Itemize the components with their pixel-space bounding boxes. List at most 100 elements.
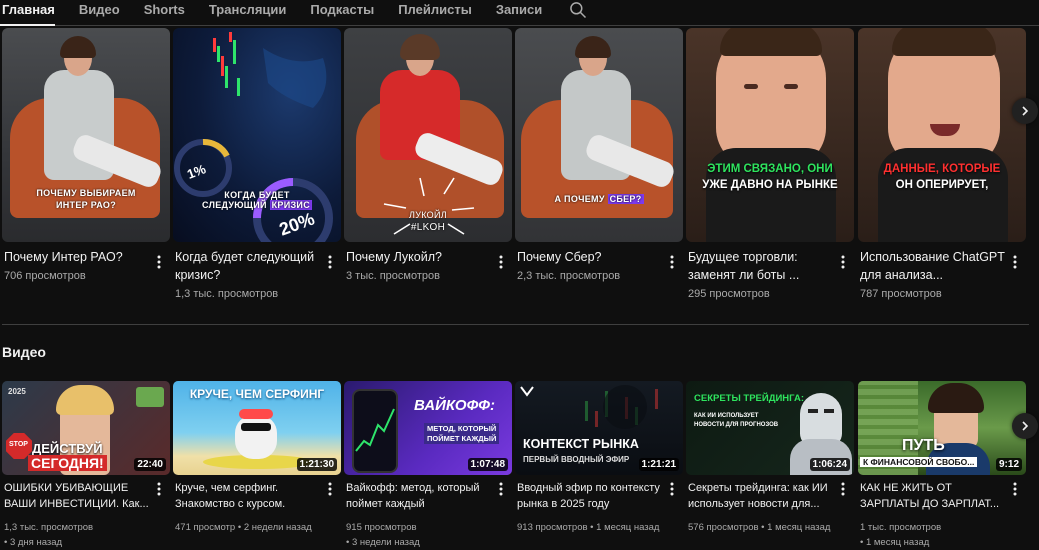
more-options-icon[interactable]: [153, 254, 165, 270]
meta-separator: •: [860, 537, 864, 548]
short-thumbnail[interactable]: ДАННЫЕ, КОТОРЫЕ ОН ОПЕРИРУЕТ,: [858, 28, 1026, 242]
video-thumbnail[interactable]: STOP 2025 ДЕЙСТВУЙ СЕГОДНЯ! 22:40: [2, 381, 170, 475]
tab-playlists[interactable]: Плейлисты: [396, 0, 472, 26]
thumb-text: КАК ИИ ИСПОЛЬЗУЕТ: [694, 413, 759, 419]
video-card[interactable]: STOP 2025 ДЕЙСТВУЙ СЕГОДНЯ! 22:40 ОШИБКИ…: [2, 381, 171, 548]
more-options-icon[interactable]: [1009, 481, 1021, 497]
video-age: 3 недели назад: [351, 537, 420, 548]
tab-videos[interactable]: Видео: [77, 0, 120, 26]
thumb-text: ПОЙМЕТ КАЖДЫЙ: [424, 433, 500, 444]
video-views: 915 просмотров: [346, 522, 417, 533]
video-meta: 915 просмотров • 3 недели назад: [346, 520, 512, 550]
short-card[interactable]: ПОЧЕМУ ВЫБИРАЕМ ИНТЕР РАО? Почему Интер …: [2, 28, 171, 282]
thumb-text: ВАЙКОФФ:: [414, 397, 495, 414]
videos-next-button[interactable]: [1012, 413, 1038, 439]
short-views: 2,3 тыс. просмотров: [517, 270, 621, 282]
search-icon[interactable]: [568, 0, 588, 20]
video-card[interactable]: КРУЧЕ, ЧЕМ СЕРФИНГ 1:21:30 Круче, чем се…: [173, 381, 342, 533]
video-meta: 576 просмотров • 1 месяц назад: [688, 520, 854, 535]
video-thumbnail[interactable]: ПУТЬ К ФИНАНСОВОЙ СВОБО... 9:12: [858, 381, 1026, 475]
short-overlay-text: ЛУКОЙЛ: [409, 210, 447, 220]
short-overlay-text: ИНТЕР РАО?: [55, 200, 117, 210]
short-title[interactable]: Почему Сбер?: [517, 248, 665, 266]
video-duration: 1:21:21: [638, 458, 679, 471]
short-views: 3 тыс. просмотров: [346, 270, 440, 282]
thumb-text: ПЕРВЫЙ ВВОДНЫЙ ЭФИР: [523, 455, 630, 464]
video-views: 1 тыс. просмотров: [860, 522, 942, 533]
video-title[interactable]: Секреты трейдинга: как ИИ использует нов…: [688, 480, 838, 512]
video-views: 471 просмотр: [175, 522, 236, 533]
video-title[interactable]: Вводный эфир по контексту рынка в 2025 г…: [517, 480, 667, 512]
more-options-icon[interactable]: [495, 481, 507, 497]
more-options-icon[interactable]: [495, 254, 507, 270]
video-age: 1 месяц назад: [767, 522, 831, 533]
tab-home[interactable]: Главная: [0, 0, 55, 26]
short-card[interactable]: ЭТИМ СВЯЗАНО, ОНИ УЖЕ ДАВНО НА РЫНКЕ Буд…: [686, 28, 855, 300]
video-views: 576 просмотров: [688, 522, 759, 533]
thumb-text: К ФИНАНСОВОЙ СВОБО...: [860, 457, 978, 467]
tab-podcasts[interactable]: Подкасты: [308, 0, 374, 26]
video-thumbnail[interactable]: КРУЧЕ, ЧЕМ СЕРФИНГ 1:21:30: [173, 381, 341, 475]
thumb-text: КОНТЕКСТ РЫНКА: [523, 437, 639, 451]
video-card[interactable]: СЕКРЕТЫ ТРЕЙДИНГА: КАК ИИ ИСПОЛЬЗУЕТ НОВ…: [686, 381, 855, 533]
short-title[interactable]: Когда будет следующий кризис?: [175, 248, 323, 284]
short-card[interactable]: ДАННЫЕ, КОТОРЫЕ ОН ОПЕРИРУЕТ, Использова…: [858, 28, 1027, 300]
more-options-icon[interactable]: [837, 254, 849, 270]
more-options-icon[interactable]: [153, 481, 165, 497]
more-options-icon[interactable]: [666, 481, 678, 497]
short-overlay-text: ПОЧЕМУ ВЫБИРАЕМ: [36, 188, 136, 198]
tab-live[interactable]: Трансляции: [207, 0, 287, 26]
meta-separator: •: [346, 537, 350, 548]
video-title[interactable]: ОШИБКИ УБИВАЮЩИЕ ВАШИ ИНВЕСТИЦИИ. Как...: [4, 480, 154, 512]
short-title[interactable]: Будущее торговли: заменят ли боты ...: [688, 248, 836, 284]
more-options-icon[interactable]: [1009, 254, 1021, 270]
tab-posts[interactable]: Записи: [494, 0, 542, 26]
videos-section-title[interactable]: Видео: [2, 344, 46, 360]
video-age: 1 месяц назад: [596, 522, 660, 533]
video-title[interactable]: КАК НЕ ЖИТЬ ОТ ЗАРПЛАТЫ ДО ЗАРПЛАТ...: [860, 480, 1010, 512]
video-age: 3 дня назад: [9, 537, 63, 548]
thumb-text: ДЕЙСТВУЙ: [32, 441, 103, 456]
video-meta: 1,3 тыс. просмотров • 3 дня назад: [4, 520, 170, 550]
chart-graphic: [355, 408, 395, 452]
short-views: 706 просмотров: [4, 270, 86, 282]
short-thumbnail[interactable]: А ПОЧЕМУ СБЕР?: [515, 28, 683, 242]
video-thumbnail[interactable]: ВАЙКОФФ: МЕТОД, КОТОРЫЙ ПОЙМЕТ КАЖДЫЙ 1:…: [344, 381, 512, 475]
tab-shorts[interactable]: Shorts: [142, 0, 185, 26]
video-title[interactable]: Круче, чем серфинг. Знакомство с курсом.: [175, 480, 325, 512]
short-thumbnail[interactable]: ЛУКОЙЛ #LKOH: [344, 28, 512, 242]
short-card[interactable]: ЛУКОЙЛ #LKOH Почему Лукойл? 3 тыс. просм…: [344, 28, 513, 282]
video-card[interactable]: ПУТЬ К ФИНАНСОВОЙ СВОБО... 9:12 КАК НЕ Ж…: [858, 381, 1027, 548]
video-duration: 9:12: [995, 458, 1022, 471]
short-card[interactable]: А ПОЧЕМУ СБЕР? Почему Сбер? 2,3 тыс. про…: [515, 28, 684, 282]
more-options-icon[interactable]: [837, 481, 849, 497]
video-age: 1 месяц назад: [865, 537, 930, 548]
meta-separator: •: [237, 522, 242, 533]
chevron-right-icon: [1022, 421, 1029, 431]
thumb-text: СЕГОДНЯ!: [28, 455, 107, 471]
thumb-text: 2025: [8, 387, 26, 396]
video-card[interactable]: КОНТЕКСТ РЫНКА ПЕРВЫЙ ВВОДНЫЙ ЭФИР 1:21:…: [515, 381, 684, 533]
video-thumbnail[interactable]: СЕКРЕТЫ ТРЕЙДИНГА: КАК ИИ ИСПОЛЬЗУЕТ НОВ…: [686, 381, 854, 475]
thumb-text: СЕКРЕТЫ ТРЕЙДИНГА:: [694, 393, 804, 404]
thumb-text: КРУЧЕ, ЧЕМ СЕРФИНГ: [189, 387, 325, 401]
meta-separator: •: [4, 537, 8, 548]
more-options-icon[interactable]: [666, 254, 678, 270]
short-thumbnail[interactable]: ПОЧЕМУ ВЫБИРАЕМ ИНТЕР РАО?: [2, 28, 170, 242]
more-options-icon[interactable]: [324, 481, 336, 497]
short-title[interactable]: Почему Интер РАО?: [4, 248, 152, 266]
video-age: 2 недели назад: [243, 522, 312, 533]
short-card[interactable]: 1% 20% КОГДА БУДЕТ СЛЕДУЮЩИЙ КРИЗИС Когд…: [173, 28, 342, 300]
shorts-next-button[interactable]: [1012, 98, 1038, 124]
more-options-icon[interactable]: [324, 254, 336, 270]
video-card[interactable]: ВАЙКОФФ: МЕТОД, КОТОРЫЙ ПОЙМЕТ КАЖДЫЙ 1:…: [344, 381, 513, 548]
thumb-text: ПУТЬ: [902, 437, 945, 454]
video-title[interactable]: Вайкофф: метод, который поймет каждый: [346, 480, 496, 512]
short-thumbnail[interactable]: 1% 20% КОГДА БУДЕТ СЛЕДУЮЩИЙ КРИЗИС: [173, 28, 341, 242]
short-title[interactable]: Использование ChatGPT для анализа...: [860, 248, 1008, 284]
short-title[interactable]: Почему Лукойл?: [346, 248, 494, 266]
short-overlay-text: ЭТИМ СВЯЗАНО, ОНИ: [707, 163, 833, 175]
short-thumbnail[interactable]: ЭТИМ СВЯЗАНО, ОНИ УЖЕ ДАВНО НА РЫНКЕ: [686, 28, 854, 242]
video-thumbnail[interactable]: КОНТЕКСТ РЫНКА ПЕРВЫЙ ВВОДНЫЙ ЭФИР 1:21:…: [515, 381, 683, 475]
short-views: 295 просмотров: [688, 288, 770, 300]
